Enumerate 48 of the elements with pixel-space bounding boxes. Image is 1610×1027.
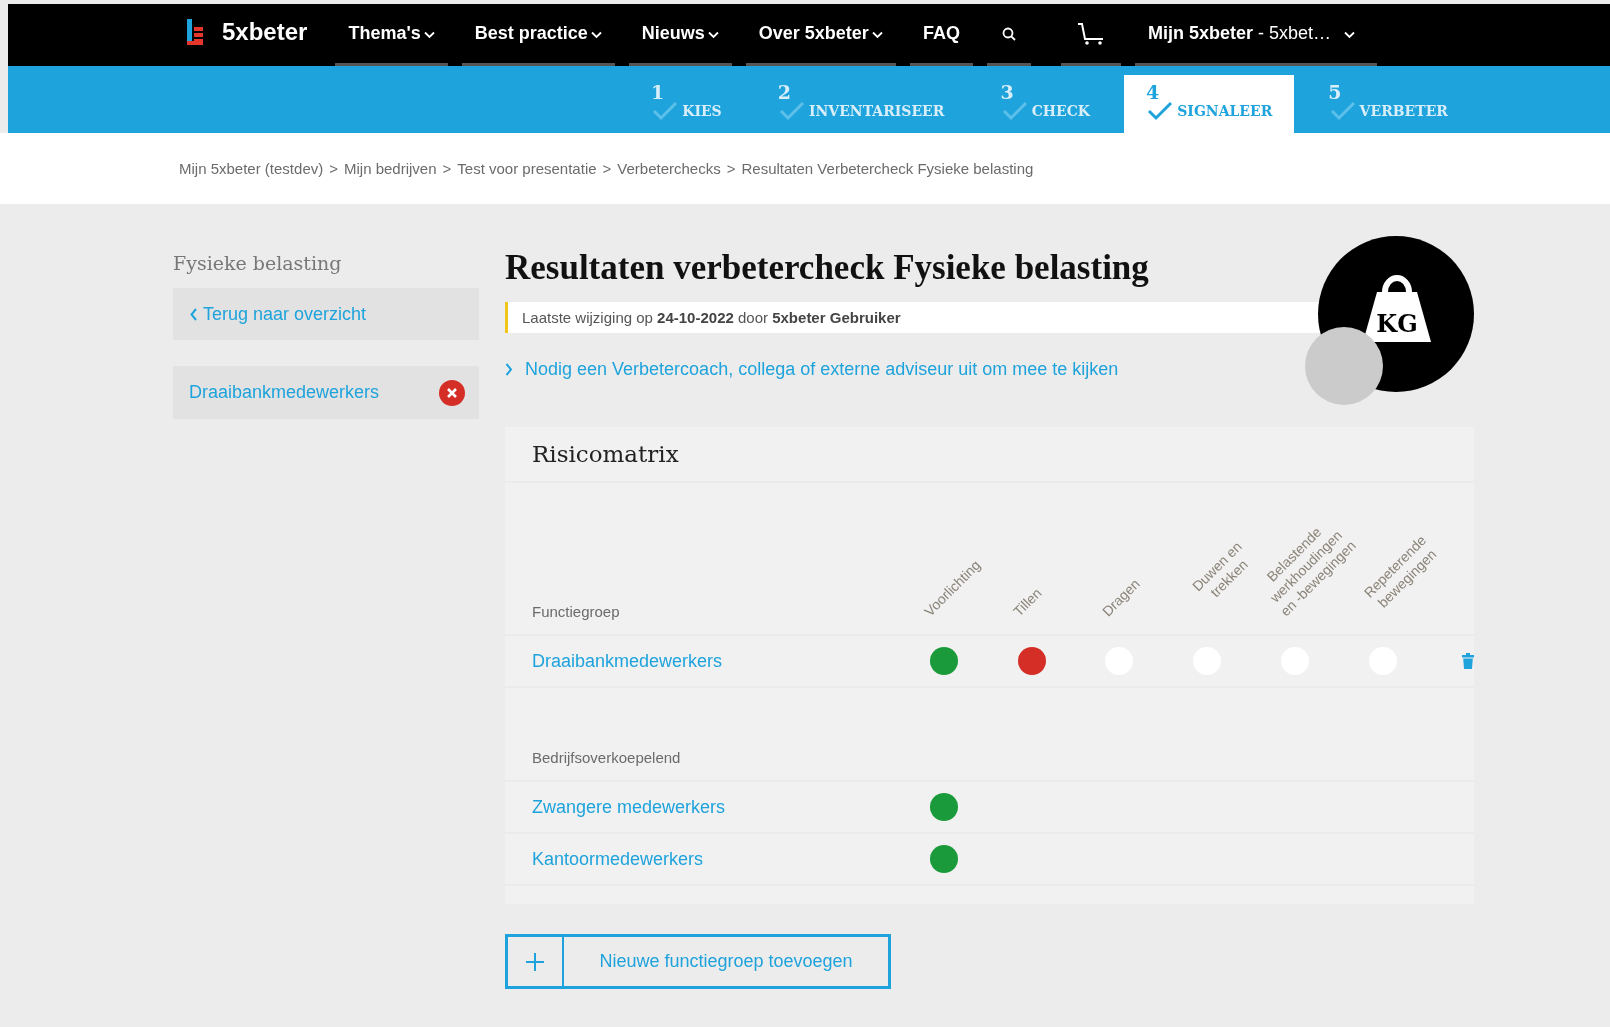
checkmark-icon <box>1329 100 1356 121</box>
breadcrumb-link[interactable]: Mijn 5xbeter (testdev) <box>179 160 324 177</box>
checkmark-icon <box>652 100 679 121</box>
breadcrumb-separator: > <box>602 160 612 177</box>
trash-icon[interactable] <box>1462 653 1475 669</box>
checkmark-icon <box>1147 100 1174 121</box>
chevron-down-icon <box>871 31 883 39</box>
chevron-down-icon <box>1343 31 1355 39</box>
breadcrumb-link[interactable]: Resultaten Verbetercheck Fysieke belasting <box>741 160 1034 177</box>
panel-title: Risicomatrix <box>505 427 1474 483</box>
chevron-down-icon <box>423 31 435 39</box>
chevron-down-icon <box>590 31 602 39</box>
logo-text[interactable]: 5xbeter <box>222 18 308 46</box>
sidebar-title: Fysieke belasting <box>173 252 343 274</box>
step-tab[interactable]: 1 KIES <box>629 75 744 133</box>
breadcrumb-link[interactable]: Verbeterchecks <box>617 160 721 177</box>
checkmark-icon <box>1001 100 1028 121</box>
breadcrumb-separator: > <box>442 160 452 177</box>
step-tab[interactable]: 3 CHECK <box>978 75 1112 133</box>
breadcrumb-separator: > <box>329 160 338 177</box>
plus-icon <box>526 952 544 971</box>
weight-label: KG <box>1376 309 1418 338</box>
row-link[interactable]: Zwangere medewerkers <box>532 796 900 818</box>
sidebar-item-label[interactable]: Draaibankmedewerkers <box>189 382 380 403</box>
breadcrumb-link[interactable]: Mijn bedrijven <box>344 160 437 177</box>
step-tab[interactable]: 5 VERBETER <box>1306 75 1470 133</box>
row-link[interactable]: Draaibankmedewerkers <box>532 650 900 672</box>
remove-icon <box>439 379 465 406</box>
cart-icon <box>1076 21 1105 46</box>
step-tab[interactable]: 2 INVENTARISEER <box>755 75 967 133</box>
breadcrumb-separator: > <box>726 160 736 177</box>
chevron-right-icon <box>505 363 513 376</box>
search-icon <box>1001 26 1016 41</box>
step-tab[interactable]: 4 SIGNALEER <box>1124 75 1295 133</box>
checkmark-icon <box>778 100 805 121</box>
column-header: Functiegroep <box>532 603 621 620</box>
invite-link[interactable]: Nodig een Verbetercoach, collega of externe adviseur uit om mee te kijken <box>505 359 1474 380</box>
back-link[interactable]: Terug naar overzicht <box>173 288 479 340</box>
logo-icon <box>187 19 203 45</box>
chevron-left-icon <box>190 307 198 321</box>
breadcrumb-link[interactable]: Test voor presentatie <box>457 160 597 177</box>
sidebar-item[interactable]: Draaibankmedewerkers <box>173 366 479 419</box>
chevron-down-icon <box>707 31 719 39</box>
column-header: Bedrijfsoverkoepelend <box>532 749 682 766</box>
row-link[interactable]: Kantoormedewerkers <box>532 848 900 870</box>
last-change-note: Laatste wijziging op 24-10-2022 door 5xbeter Gebruiker <box>505 302 1322 333</box>
page-title: Resultaten verbetercheck Fysieke belasting <box>505 248 1150 288</box>
add-group-button[interactable]: Nieuwe functiegroep toevoegen <box>505 934 891 989</box>
